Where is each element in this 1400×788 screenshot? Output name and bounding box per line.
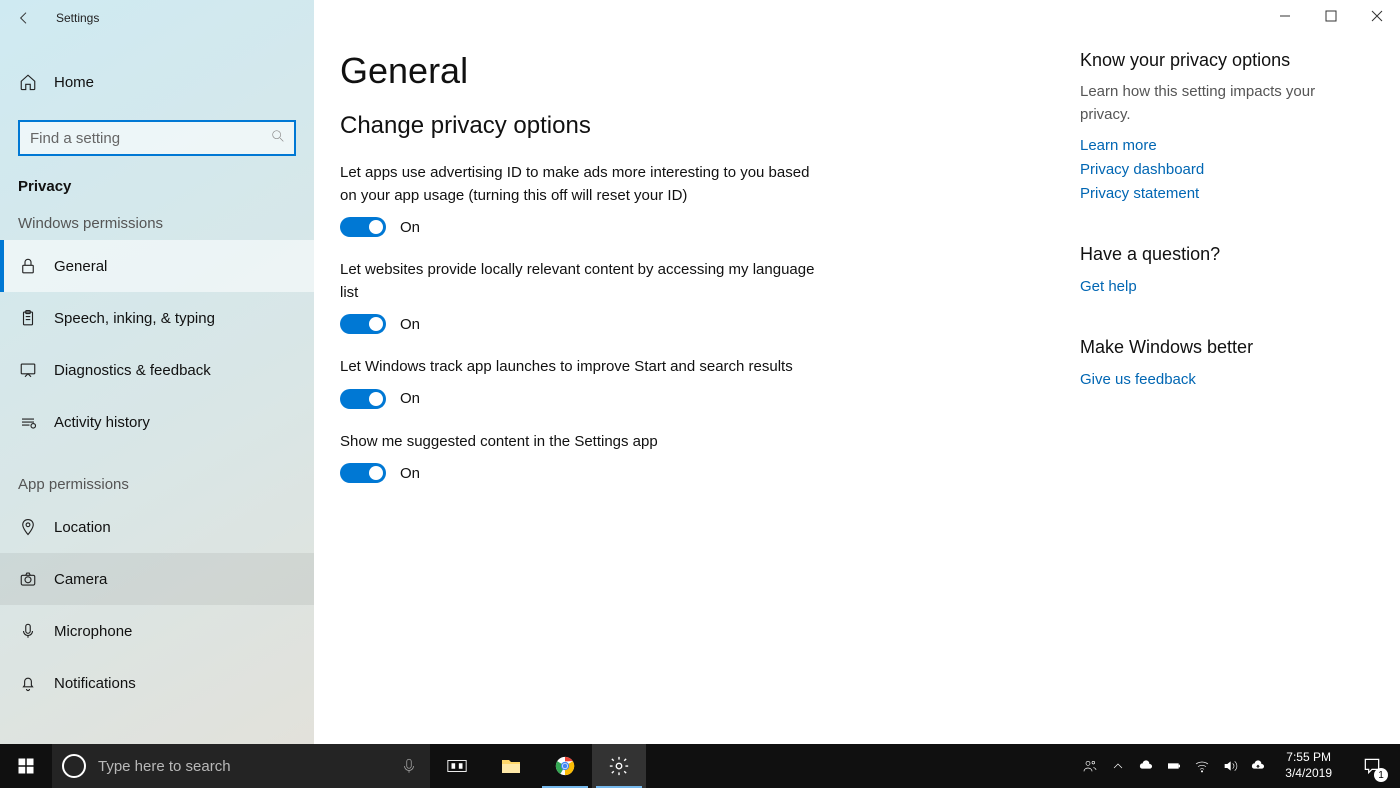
task-view-button[interactable] (430, 744, 484, 788)
setting-suggested-content-label: Show me suggested content in the Setting… (340, 431, 820, 454)
tray-clock[interactable]: 7:55 PM 3/4/2019 (1277, 750, 1340, 781)
tray-cloud-sync-icon[interactable] (1249, 757, 1267, 775)
taskbar-chrome[interactable] (538, 744, 592, 788)
maximize-button[interactable] (1308, 0, 1354, 32)
home-label: Home (54, 74, 94, 91)
search-input[interactable] (18, 120, 296, 156)
tray-wifi-icon[interactable] (1193, 757, 1211, 775)
toggle-state: On (400, 316, 420, 333)
clipboard-icon (18, 308, 38, 328)
aside-feedback-title: Make Windows better (1080, 337, 1360, 358)
aside-question-title: Have a question? (1080, 244, 1360, 265)
page-title: General (340, 50, 1020, 92)
nav-label: Location (54, 519, 111, 536)
nav-label: Microphone (54, 623, 132, 640)
toggle-state: On (400, 465, 420, 482)
nav-label: Activity history (54, 414, 150, 431)
taskbar-file-explorer[interactable] (484, 744, 538, 788)
group-app-permissions: App permissions (0, 466, 314, 501)
lock-icon (18, 256, 38, 276)
toggle-suggested-content[interactable] (340, 463, 386, 483)
setting-language-list-label: Let websites provide locally relevant co… (340, 259, 820, 304)
history-icon (18, 412, 38, 432)
section-title: Change privacy options (340, 112, 1020, 140)
nav-label: Speech, inking, & typing (54, 310, 215, 327)
taskbar-search[interactable]: Type here to search (52, 744, 430, 788)
nav-label: Diagnostics & feedback (54, 362, 211, 379)
nav-microphone[interactable]: Microphone (0, 605, 314, 657)
back-button[interactable] (14, 8, 34, 28)
start-button[interactable] (0, 744, 52, 788)
tray-battery-icon[interactable] (1165, 757, 1183, 775)
search-icon (270, 128, 286, 149)
toggle-language-list[interactable] (340, 314, 386, 334)
nav-camera[interactable]: Camera (0, 553, 314, 605)
minimize-button[interactable] (1262, 0, 1308, 32)
mic-icon[interactable] (400, 757, 418, 775)
nav-speech[interactable]: Speech, inking, & typing (0, 292, 314, 344)
link-learn-more[interactable]: Learn more (1080, 134, 1360, 158)
close-button[interactable] (1354, 0, 1400, 32)
link-give-feedback[interactable]: Give us feedback (1080, 368, 1360, 392)
nav-general[interactable]: General (0, 240, 314, 292)
link-get-help[interactable]: Get help (1080, 275, 1360, 299)
bell-icon (18, 673, 38, 693)
taskbar-settings[interactable] (592, 744, 646, 788)
link-privacy-statement[interactable]: Privacy statement (1080, 182, 1360, 206)
mic-icon (18, 621, 38, 641)
nav-diagnostics[interactable]: Diagnostics & feedback (0, 344, 314, 396)
tray-time: 7:55 PM (1285, 750, 1332, 766)
feedback-icon (18, 360, 38, 380)
setting-app-launches-label: Let Windows track app launches to improv… (340, 356, 820, 379)
nav-activity-history[interactable]: Activity history (0, 396, 314, 448)
action-center-button[interactable]: 1 (1350, 744, 1394, 788)
home-icon (18, 72, 38, 92)
toggle-app-launches[interactable] (340, 389, 386, 409)
window-title: Settings (56, 11, 99, 25)
tray-people[interactable] (1081, 757, 1099, 775)
tray-chevron-up-icon[interactable] (1109, 757, 1127, 775)
aside-privacy-title: Know your privacy options (1080, 50, 1360, 71)
nav-label: General (54, 258, 107, 275)
home-nav[interactable]: Home (0, 56, 314, 108)
notification-badge: 1 (1374, 768, 1388, 782)
taskbar-search-placeholder: Type here to search (98, 758, 388, 775)
camera-icon (18, 569, 38, 589)
cortana-icon (62, 754, 86, 778)
tray-onedrive-icon[interactable] (1137, 757, 1155, 775)
nav-label: Notifications (54, 675, 136, 692)
nav-notifications[interactable]: Notifications (0, 657, 314, 709)
category-title: Privacy (0, 164, 314, 205)
toggle-state: On (400, 219, 420, 236)
location-icon (18, 517, 38, 537)
tray-date: 3/4/2019 (1285, 766, 1332, 782)
link-privacy-dashboard[interactable]: Privacy dashboard (1080, 158, 1360, 182)
toggle-state: On (400, 390, 420, 407)
toggle-advertising-id[interactable] (340, 217, 386, 237)
nav-location[interactable]: Location (0, 501, 314, 553)
group-windows-permissions: Windows permissions (0, 205, 314, 240)
aside-privacy-text: Learn how this setting impacts your priv… (1080, 81, 1360, 126)
nav-label: Camera (54, 571, 107, 588)
tray-volume-icon[interactable] (1221, 757, 1239, 775)
setting-advertising-id-label: Let apps use advertising ID to make ads … (340, 162, 820, 207)
